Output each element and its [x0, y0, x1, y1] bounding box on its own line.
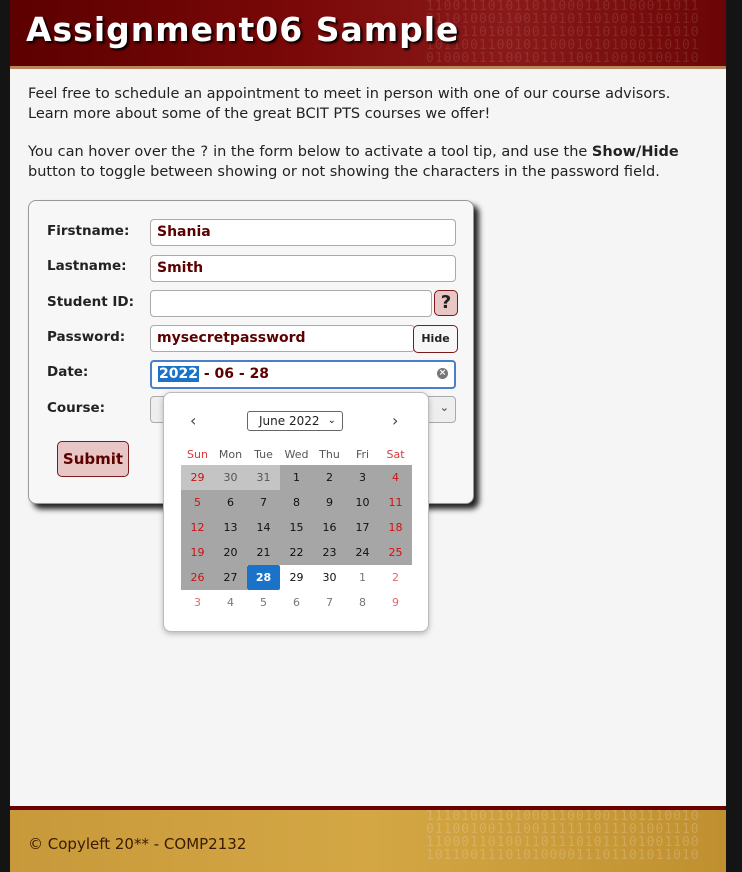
- calendar-day[interactable]: 6: [214, 490, 247, 515]
- month-year-select[interactable]: June 2022 ⌄: [247, 411, 343, 431]
- calendar-day[interactable]: 1: [346, 565, 379, 590]
- weekday-wed: Wed: [284, 448, 309, 461]
- calendar-day[interactable]: 12: [181, 515, 214, 540]
- calendar-day[interactable]: 3: [181, 590, 214, 615]
- chevron-down-icon: ⌄: [327, 415, 336, 426]
- binary-pattern: 1100111010110110001101100011011 01101000…: [426, 0, 700, 66]
- calendar-day[interactable]: 30: [313, 565, 346, 590]
- help-tooltip-icon[interactable]: ?: [434, 290, 458, 316]
- calendar-day[interactable]: 9: [313, 490, 346, 515]
- calendar-day[interactable]: 3: [346, 465, 379, 490]
- calendar-day[interactable]: 19: [181, 540, 214, 565]
- intro-text: Feel free to schedule an appointment to …: [28, 84, 698, 200]
- date-label: Date:: [47, 364, 89, 380]
- calendar-day[interactable]: 29: [181, 465, 214, 490]
- date-rest: - 06 - 28: [198, 366, 270, 382]
- chevron-down-icon: ⌄: [439, 401, 449, 414]
- calendar-day[interactable]: 9: [379, 590, 412, 615]
- calendar-day[interactable]: 5: [247, 590, 280, 615]
- calendar-day[interactable]: 5: [181, 490, 214, 515]
- calendar-day[interactable]: 21: [247, 540, 280, 565]
- calendar-day[interactable]: 8: [280, 490, 313, 515]
- lastname-label: Lastname:: [47, 258, 127, 274]
- calendar-day[interactable]: 25: [379, 540, 412, 565]
- course-label: Course:: [47, 400, 106, 416]
- calendar-day[interactable]: 4: [214, 590, 247, 615]
- calendar-day[interactable]: 4: [379, 465, 412, 490]
- date-picker-popup: ‹ June 2022 ⌄ › Sun Mon Tue Wed Thu Fri Sat 29 30…: [163, 392, 429, 632]
- password-input[interactable]: mysecretpassword: [150, 325, 415, 352]
- site-header: 1100111010110110001101100011011 01101000…: [10, 0, 726, 69]
- date-input[interactable]: 2022 - 06 - 28 ×: [150, 360, 456, 389]
- firstname-input[interactable]: Shania: [150, 219, 456, 246]
- calendar-day[interactable]: 22: [280, 540, 313, 565]
- calendar-day[interactable]: 15: [280, 515, 313, 540]
- intro-paragraph-2: You can hover over the ? in the form bel…: [28, 144, 679, 180]
- weekday-sat: Sat: [386, 448, 405, 461]
- calendar-day[interactable]: 30: [214, 465, 247, 490]
- date-year-segment[interactable]: 2022: [158, 366, 199, 382]
- calendar-day[interactable]: 20: [214, 540, 247, 565]
- calendar-day[interactable]: 26: [181, 565, 214, 590]
- calendar-day[interactable]: 11: [379, 490, 412, 515]
- calendar-day[interactable]: 10: [346, 490, 379, 515]
- chevron-left-icon[interactable]: ‹: [190, 411, 196, 430]
- weekday-fri: Fri: [355, 448, 370, 461]
- site-footer: 1110100110100011001001101110010 01100100…: [10, 806, 726, 872]
- calendar-day[interactable]: 8: [346, 590, 379, 615]
- calendar-day[interactable]: 13: [214, 515, 247, 540]
- clear-icon[interactable]: ×: [437, 368, 448, 379]
- calendar-day[interactable]: 23: [313, 540, 346, 565]
- calendar-day[interactable]: 1: [280, 465, 313, 490]
- intro-paragraph-1: Feel free to schedule an appointment to …: [28, 86, 671, 122]
- calendar-day[interactable]: 29: [280, 565, 313, 590]
- lastname-input[interactable]: Smith: [150, 255, 456, 282]
- password-label: Password:: [47, 329, 126, 345]
- firstname-label: Firstname:: [47, 223, 130, 239]
- weekday-tue: Tue: [254, 448, 273, 461]
- calendar-day[interactable]: 2: [379, 565, 412, 590]
- calendar-day[interactable]: 16: [313, 515, 346, 540]
- page: 1100111010110110001101100011011 01101000…: [10, 0, 726, 872]
- calendar-day[interactable]: 27: [214, 565, 247, 590]
- calendar-day[interactable]: 18: [379, 515, 412, 540]
- calendar-day[interactable]: 7: [313, 590, 346, 615]
- calendar-day[interactable]: 7: [247, 490, 280, 515]
- weekday-mon: Mon: [218, 448, 243, 461]
- calendar-day[interactable]: 2: [313, 465, 346, 490]
- page-title: Assignment06 Sample: [26, 10, 460, 49]
- studentid-input[interactable]: [150, 290, 432, 317]
- chevron-right-icon[interactable]: ›: [392, 411, 398, 430]
- weekday-thu: Thu: [319, 448, 340, 461]
- calendar-day[interactable]: 14: [247, 515, 280, 540]
- submit-button[interactable]: Submit: [57, 441, 129, 477]
- show-hide-term: Show/Hide: [591, 144, 679, 160]
- weekday-sun: Sun: [187, 448, 208, 461]
- calendar-day[interactable]: 17: [346, 515, 379, 540]
- calendar-day[interactable]: 24: [346, 540, 379, 565]
- footer-copyright: © Copyleft 20** - COMP2132: [28, 835, 247, 853]
- calendar-day[interactable]: 6: [280, 590, 313, 615]
- hide-password-button[interactable]: Hide: [413, 325, 458, 353]
- binary-pattern: 1110100110100011001001101110010 01100100…: [426, 810, 700, 863]
- calendar-day[interactable]: 31: [247, 465, 280, 490]
- calendar-day[interactable]: 28: [247, 565, 280, 590]
- studentid-label: Student ID:: [47, 294, 134, 310]
